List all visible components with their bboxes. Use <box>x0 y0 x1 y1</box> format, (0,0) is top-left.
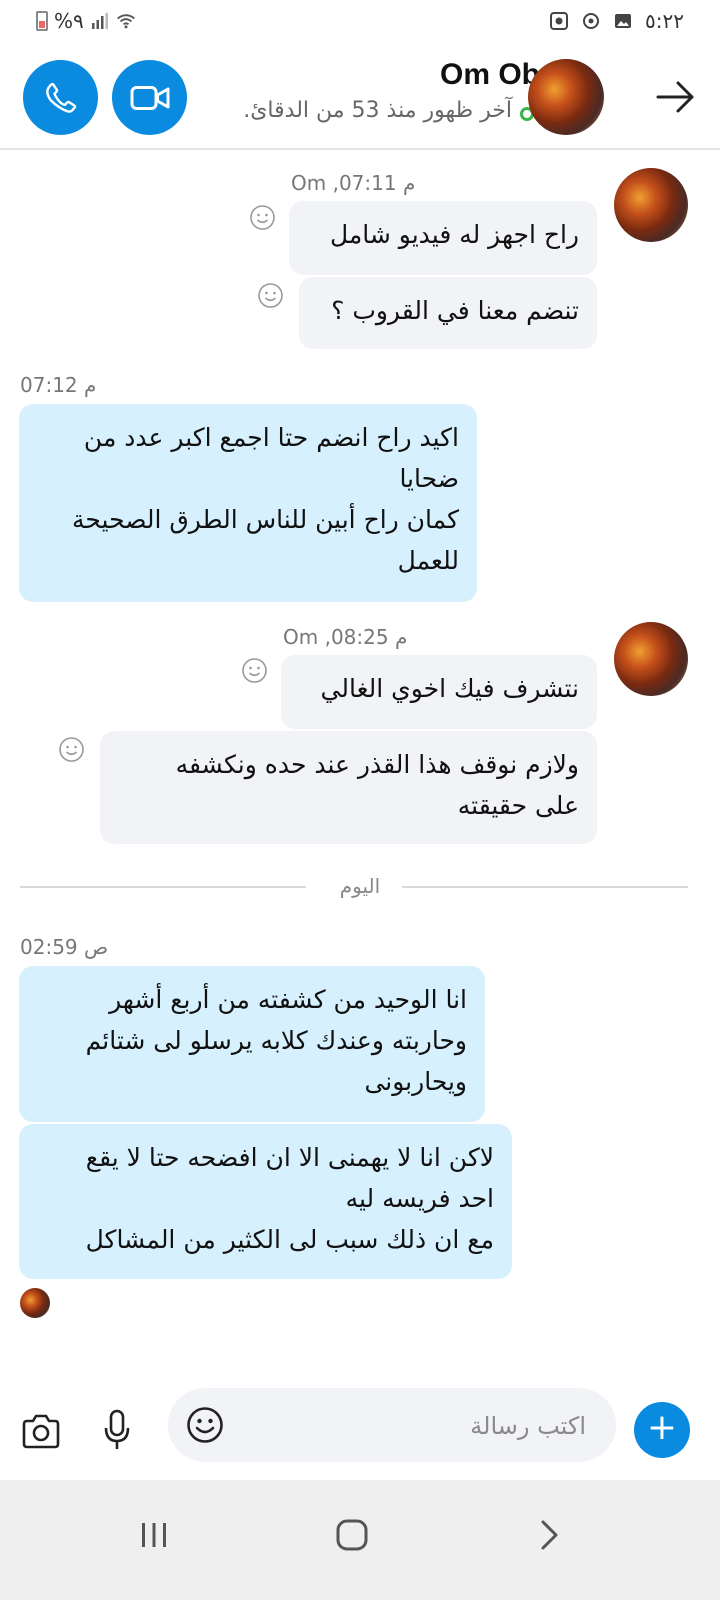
contact-avatar[interactable] <box>528 59 604 135</box>
message-timestamp: Om ,07:11 م <box>291 171 416 195</box>
reaction-smiley-icon[interactable] <box>249 204 276 231</box>
message-timestamp: Om ,08:25 م <box>283 625 408 649</box>
back-chevron-icon <box>541 1520 558 1550</box>
sender-avatar[interactable] <box>614 168 688 242</box>
message-bubble-outgoing[interactable]: انا الوحيد من كشفته من أربع أشهر وحاربته… <box>19 966 485 1122</box>
message-input-box[interactable] <box>168 1388 616 1462</box>
system-navigation-bar <box>0 1480 720 1600</box>
sender-avatar[interactable] <box>614 622 688 696</box>
back-button[interactable] <box>524 1510 574 1560</box>
back-arrow-icon[interactable] <box>652 74 698 120</box>
recent-apps-icon <box>142 1523 166 1547</box>
message-bubble-outgoing[interactable]: اكيد راح انضم حتا اجمع اكبر عدد من ضحايا… <box>19 404 477 602</box>
signal-icon <box>91 13 108 29</box>
camera-icon[interactable] <box>20 1412 62 1452</box>
status-left: %٩ <box>36 9 136 33</box>
contact-name[interactable]: Om Ob <box>440 58 540 92</box>
reaction-smiley-icon[interactable] <box>241 657 268 684</box>
screen-record-icon <box>550 12 569 30</box>
read-receipt-avatar <box>20 1288 50 1318</box>
add-attachment-button[interactable]: + <box>634 1402 690 1458</box>
home-icon <box>336 1519 368 1551</box>
message-bubble-outgoing[interactable]: لاكن انا لا يهمنى الا ان افضحه حتا لا يق… <box>19 1124 512 1279</box>
last-seen-status: آخر ظهور منذ 53 من الدقائ. <box>243 98 512 123</box>
reaction-smiley-icon[interactable] <box>257 282 284 309</box>
wifi-icon <box>116 14 135 29</box>
battery-icon <box>36 11 48 31</box>
message-bubble-incoming[interactable]: نتشرف فيك اخوي الغالي <box>281 655 597 729</box>
chat-header: Om Ob آخر ظهور منذ 53 من الدقائ. <box>0 44 720 150</box>
status-right: ٥:٢٢ <box>549 9 684 33</box>
microphone-icon[interactable] <box>102 1408 132 1452</box>
message-input[interactable] <box>238 1408 586 1444</box>
home-button[interactable] <box>327 1510 377 1560</box>
divider-line <box>402 886 688 888</box>
sync-icon <box>583 13 600 29</box>
video-call-button[interactable] <box>112 60 187 135</box>
reaction-smiley-icon[interactable] <box>58 736 85 763</box>
emoji-icon[interactable] <box>186 1406 224 1444</box>
phone-icon <box>45 82 76 113</box>
audio-call-button[interactable] <box>23 60 98 135</box>
message-bubble-incoming[interactable]: راح اجهز له فيديو شامل <box>289 201 597 275</box>
gallery-icon <box>615 14 632 28</box>
message-composer: + <box>0 1380 720 1480</box>
message-timestamp: 02:59 ص <box>20 935 109 959</box>
video-camera-icon <box>130 85 169 110</box>
message-bubble-incoming[interactable]: ولازم نوقف هذا القذر عند حده ونكشفه على … <box>100 731 597 844</box>
divider-line <box>20 886 306 888</box>
battery-percent: %٩ <box>54 9 84 33</box>
status-bar: %٩ ٥:٢٢ <box>0 0 720 44</box>
message-bubble-incoming[interactable]: تنضم معنا في القروب ؟ <box>299 277 597 349</box>
clock: ٥:٢٢ <box>645 9 684 33</box>
recent-apps-button[interactable] <box>129 1510 179 1560</box>
message-timestamp: 07:12 م <box>20 373 97 397</box>
